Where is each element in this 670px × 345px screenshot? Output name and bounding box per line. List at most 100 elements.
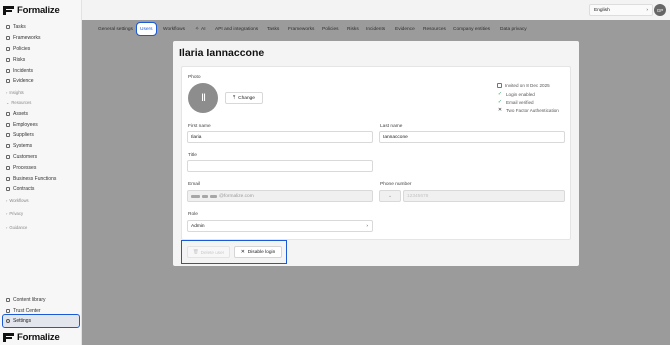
check-icon: ✓ <box>497 99 503 105</box>
sidebar-item-assets[interactable]: Assets <box>0 108 82 119</box>
tab-resources[interactable]: Resources <box>423 23 446 35</box>
sidebar-item-tasks[interactable]: Tasks <box>0 22 82 33</box>
user-details-card: Photo II ⤒ Change Invited on 8 Dec 2025 … <box>181 66 571 240</box>
risks-icon <box>6 57 10 62</box>
title-label: Title <box>188 153 197 158</box>
sidebar-section-guidance[interactable]: › Guidance <box>0 222 82 233</box>
language-select[interactable]: English › <box>589 4 653 16</box>
chevron-down-icon: ⌄ <box>6 100 10 106</box>
customers-icon <box>6 154 10 159</box>
tab-tasks[interactable]: Tasks <box>267 23 279 35</box>
first-name-field[interactable]: Ilaria <box>187 131 373 143</box>
sidebar-item-policies[interactable]: Policies <box>0 44 82 55</box>
user-avatar[interactable]: GP <box>654 4 666 16</box>
tab-general-settings[interactable]: General settings <box>98 23 133 35</box>
sidebar-item-systems[interactable]: Systems <box>0 141 82 152</box>
user-modal: Ilaria Iannaccone Photo II ⤒ Change Invi… <box>173 41 579 266</box>
sidebar-section-workflows[interactable]: › Workflows <box>0 195 82 206</box>
sidebar-item-settings[interactable]: Settings <box>2 314 80 328</box>
processes-icon <box>6 165 10 170</box>
change-photo-button[interactable]: ⤒ Change <box>225 92 263 104</box>
trash-icon: 🗑 <box>192 249 199 254</box>
evidence-icon <box>6 79 10 84</box>
tab-ai[interactable]: ✧ AI <box>195 23 206 35</box>
tab-data-privacy[interactable]: Data privacy <box>500 23 527 35</box>
sidebar-item-processes[interactable]: Processes <box>0 162 82 173</box>
logo-text: Formalize <box>17 5 60 16</box>
sidebar-item-risks[interactable]: Risks <box>0 54 82 65</box>
sidebar-section-privacy[interactable]: › Privacy <box>0 209 82 220</box>
redacted-text <box>210 194 217 198</box>
tab-evidence[interactable]: Evidence <box>395 23 415 35</box>
chevron-down-icon: ⌄ <box>387 193 393 199</box>
sidebar-item-contracts[interactable]: Contracts <box>0 184 82 195</box>
status-email-verified: ✓ Email verified <box>497 99 534 105</box>
logo-text: Formalize <box>17 332 60 343</box>
modal-title: Ilaria Iannaccone <box>179 47 265 59</box>
status-login-enabled: ✓ Login enabled <box>497 91 535 97</box>
disable-login-button[interactable]: ✕ Disable login <box>234 246 282 258</box>
book-icon <box>6 298 10 303</box>
logo[interactable]: Formalize <box>3 5 60 16</box>
upload-icon: ⤒ <box>233 96 236 101</box>
employees-icon <box>6 122 10 127</box>
chevron-right-icon: › <box>646 7 648 13</box>
status-invited: Invited on 8 Dec 2025 <box>497 83 550 88</box>
sidebar-item-evidence[interactable]: Evidence <box>0 76 82 87</box>
policies-icon <box>6 46 10 51</box>
tab-company-entities[interactable]: Company entities <box>453 23 490 35</box>
assets-icon <box>6 111 10 116</box>
sidebar: Formalize Tasks Frameworks Policies Risk… <box>0 0 82 345</box>
email-field: @formalize.com <box>187 190 373 202</box>
chevron-right-icon: › <box>6 211 8 217</box>
sidebar-item-business-functions[interactable]: Business Functions <box>0 173 82 184</box>
calendar-icon <box>497 83 502 88</box>
suppliers-icon <box>6 133 10 138</box>
logo-icon <box>3 6 14 15</box>
status-two-factor: ✕ Two Factor Authentication <box>497 107 559 113</box>
sidebar-bottom-nav: Content library Trust Center <box>0 295 82 317</box>
sidebar-item-content-library[interactable]: Content library <box>0 295 82 306</box>
gear-icon <box>6 319 10 323</box>
tasks-icon <box>6 25 10 30</box>
action-buttons-highlight: 🗑 Delete user ✕ Disable login <box>181 240 287 264</box>
phone-label: Phone number <box>380 182 412 187</box>
sidebar-item-customers[interactable]: Customers <box>0 152 82 163</box>
top-bar: English › GP <box>82 0 670 20</box>
tab-api-and-integrations[interactable]: API and integrations <box>215 23 258 35</box>
tab-risks[interactable]: Risks <box>347 23 359 35</box>
incidents-icon <box>6 68 10 73</box>
tab-users[interactable]: Users <box>136 22 157 36</box>
frameworks-icon <box>6 36 10 41</box>
sparkle-icon: ✧ <box>195 26 200 32</box>
email-label: Email <box>188 182 200 187</box>
close-icon: ✕ <box>240 249 245 255</box>
tab-policies[interactable]: Policies <box>322 23 339 35</box>
phone-field[interactable]: 12345678 <box>403 190 565 202</box>
tab-frameworks[interactable]: Frameworks <box>288 23 314 35</box>
sidebar-section-resources[interactable]: ⌄ Resources <box>0 98 82 109</box>
sidebar-section-insights[interactable]: › Insights <box>0 87 82 98</box>
last-name-label: Last name <box>380 124 403 129</box>
role-select[interactable]: Admin › <box>187 220 373 232</box>
avatar: II <box>188 83 218 113</box>
photo-label: Photo <box>188 75 201 80</box>
sidebar-item-suppliers[interactable]: Suppliers <box>0 130 82 141</box>
redacted-text <box>191 194 200 198</box>
title-field[interactable] <box>187 160 373 172</box>
chevron-right-icon: › <box>366 223 368 229</box>
redacted-text <box>202 194 208 198</box>
main-area: English › GP General settings Users Work… <box>82 0 670 345</box>
country-code-select[interactable]: ⌄ <box>379 190 401 202</box>
chevron-right-icon: › <box>6 225 8 231</box>
systems-icon <box>6 144 10 149</box>
tab-incidents[interactable]: Incidents <box>366 23 385 35</box>
tab-workflows[interactable]: Workflows <box>163 23 185 35</box>
sidebar-item-employees[interactable]: Employees <box>0 119 82 130</box>
sidebar-item-frameworks[interactable]: Frameworks <box>0 33 82 44</box>
settings-tabs: General settings Users Workflows ✧ AI API… <box>82 20 670 37</box>
last-name-field[interactable]: Iannaccone <box>379 131 565 143</box>
role-label: Role <box>188 212 198 217</box>
chevron-right-icon: › <box>6 89 8 95</box>
sidebar-item-incidents[interactable]: Incidents <box>0 65 82 76</box>
